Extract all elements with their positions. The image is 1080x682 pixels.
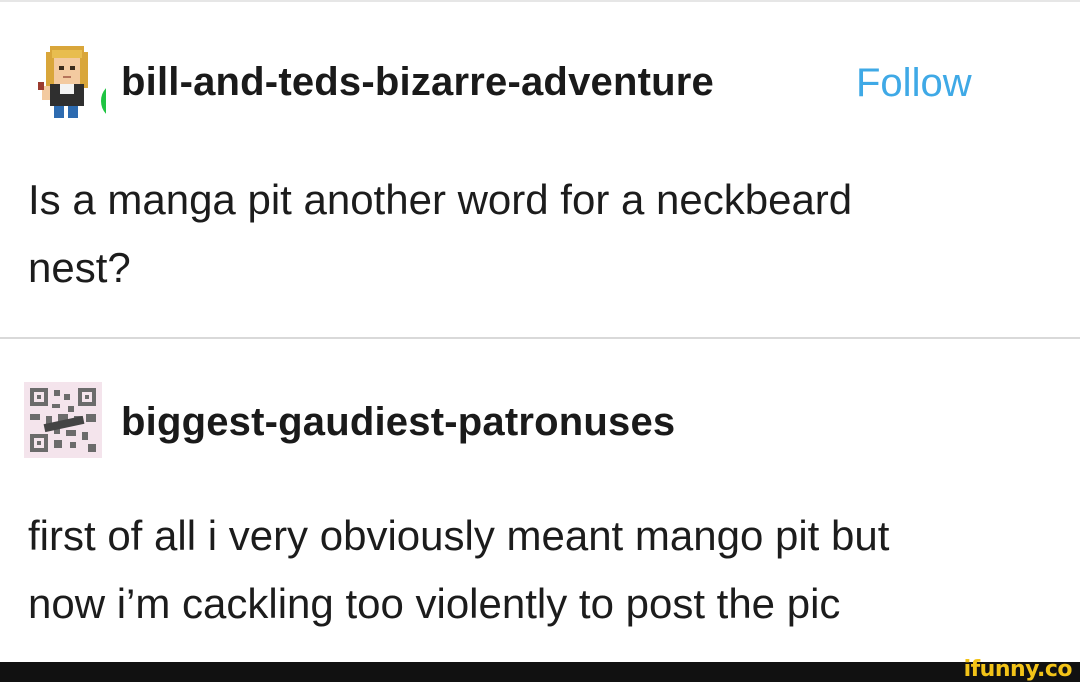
qr-code-avatar[interactable] xyxy=(24,382,102,458)
blog-name-link[interactable]: bill-and-teds-bizarre-adventure xyxy=(121,60,714,105)
post-body-line: first of all i very obviously meant mang… xyxy=(28,512,890,559)
post-body-line: now i’m cackling too violently to post t… xyxy=(28,580,841,627)
pixel-character-avatar[interactable] xyxy=(36,42,106,122)
follow-button[interactable]: Follow xyxy=(856,61,972,106)
post-2: biggest-gaudiest-patronuses first of all… xyxy=(0,340,1080,662)
post-body-line: Is a manga pit another word for a neckbe… xyxy=(28,176,853,223)
post-divider xyxy=(0,337,1080,339)
post-body-line: nest? xyxy=(28,244,131,291)
ifunny-watermark: ifunny.co xyxy=(963,657,1073,682)
qr-code-icon xyxy=(24,382,102,458)
post-1: bill-and-teds-bizarre-adventure Follow I… xyxy=(0,0,1080,338)
post-2-body: first of all i very obviously meant mang… xyxy=(28,502,889,638)
blog-name-link[interactable]: biggest-gaudiest-patronuses xyxy=(121,400,675,445)
footer-bar xyxy=(0,662,1080,682)
post-1-body: Is a manga pit another word for a neckbe… xyxy=(28,166,852,302)
pixel-character-icon xyxy=(38,46,88,118)
reblog-icon xyxy=(101,82,106,120)
